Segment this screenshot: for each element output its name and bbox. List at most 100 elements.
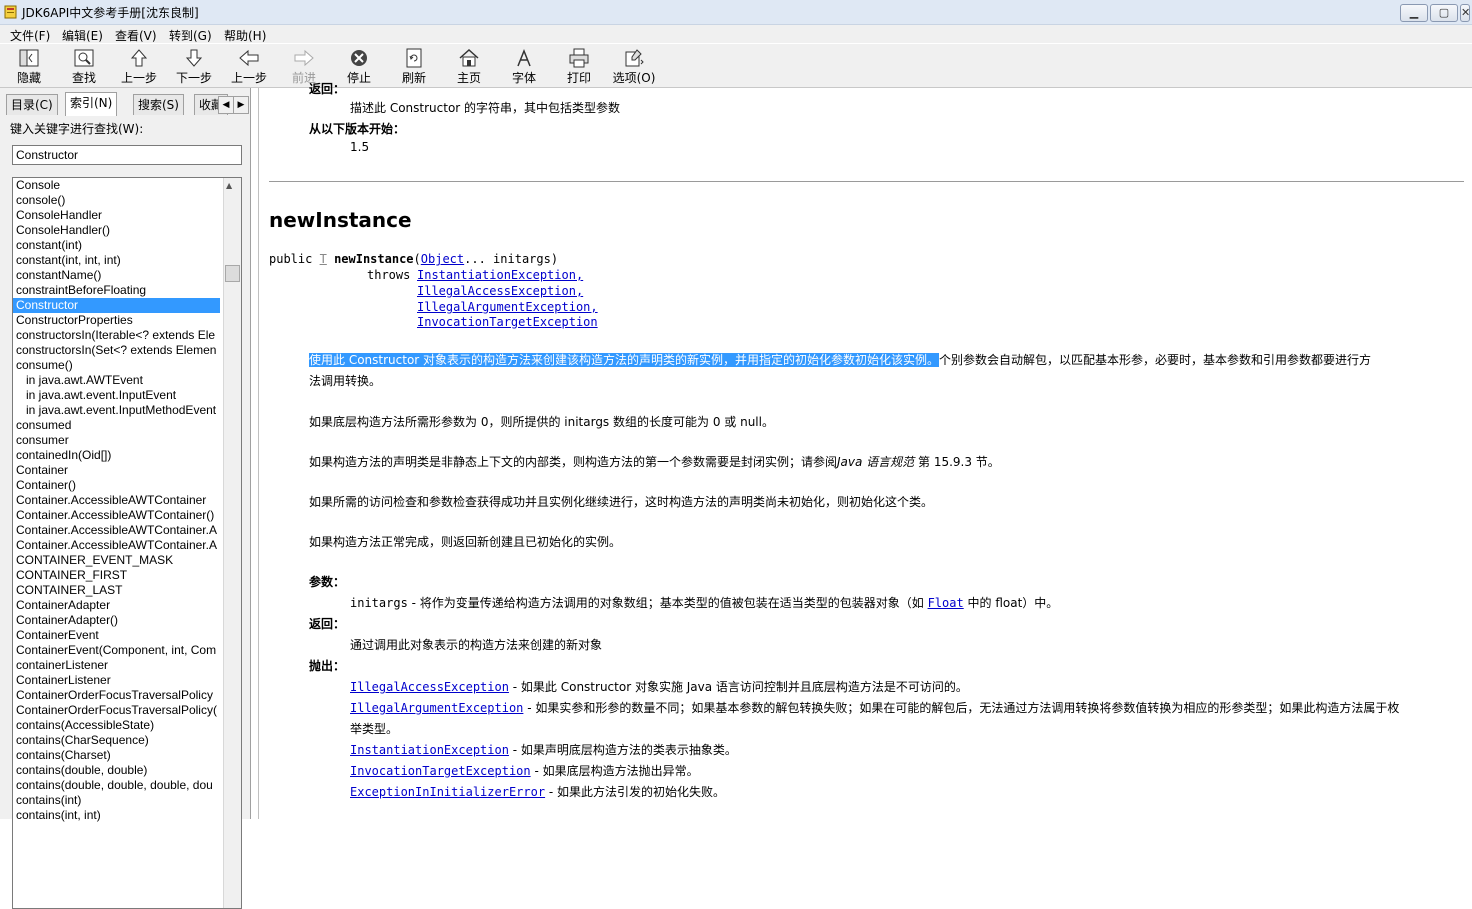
keyword-item[interactable]: Console (13, 178, 220, 193)
options-icon (625, 49, 644, 67)
throws-desc: - 如果实参和形参的数量不同；如果基本参数的解包转换失败；如果在可能的解包后，无… (523, 701, 1400, 715)
tab-scroll-left-icon[interactable]: ◀ (218, 96, 234, 114)
returns-desc-top: 描述此 Constructor 的字符串，其中包括类型参数 (350, 101, 621, 115)
sig-exception-link[interactable]: InstantiationException, (417, 268, 583, 282)
keyword-item[interactable]: containedIn(Oid[]) (13, 448, 220, 463)
hide-label: 隐藏 (16, 71, 41, 85)
menu-edit[interactable]: 编辑(E) (62, 27, 103, 44)
menu-view[interactable]: 查看(V) (115, 27, 157, 44)
throws-exception-link[interactable]: IllegalArgumentException (350, 701, 523, 715)
next-button[interactable]: 下一步 (168, 46, 220, 86)
menu-help[interactable]: 帮助(H) (224, 27, 266, 44)
keyword-item[interactable]: Constructor (13, 298, 220, 313)
throws-desc: - 如果此 Constructor 对象实施 Java 语言访问控制并且底层构造… (508, 680, 968, 694)
throws-exception-link[interactable]: InvocationTargetException (350, 764, 531, 778)
throws-exception-link[interactable]: InstantiationException (350, 743, 509, 757)
keyword-item[interactable]: consumed (13, 418, 220, 433)
tab-index[interactable]: 索引(N) (65, 92, 118, 116)
arrow-left-icon (239, 49, 259, 67)
keyword-item[interactable]: consume() (13, 358, 220, 373)
close-button[interactable]: ✕ (1460, 4, 1470, 22)
throws-exception-link[interactable]: IllegalAccessException (350, 680, 509, 694)
menu-goto[interactable]: 转到(G) (169, 27, 212, 44)
keyword-item[interactable]: ContainerListener (13, 673, 220, 688)
float-link[interactable]: Float (928, 596, 964, 610)
previous-button[interactable]: 上一步 (223, 46, 275, 86)
keyword-item[interactable]: CONTAINER_FIRST (13, 568, 220, 583)
keyword-item[interactable]: ConsoleHandler (13, 208, 220, 223)
keyword-item[interactable]: CONTAINER_EVENT_MASK (13, 553, 220, 568)
description-para-4: 如果所需的访问检查和参数检查获得成功并且实例化继续进行，这时构造方法的声明类尚未… (309, 495, 934, 509)
keyword-item[interactable]: Container.AccessibleAWTContainer() (13, 508, 220, 523)
refresh-button[interactable]: 刷新 (388, 46, 440, 86)
maximize-button[interactable]: ▢ (1430, 4, 1458, 22)
throws-entry: IllegalArgumentException - 如果实参和形参的数量不同；… (350, 699, 1399, 716)
keyword-item[interactable]: Container.AccessibleAWTContainer.A (13, 538, 220, 553)
sig-public: public (269, 252, 313, 266)
scrollbar-thumb[interactable] (225, 265, 240, 282)
sig-type-t[interactable]: T (320, 252, 327, 266)
keyword-item[interactable]: constant(int) (13, 238, 220, 253)
keyword-item[interactable]: ConsoleHandler() (13, 223, 220, 238)
options-button[interactable]: 选项(O) (608, 46, 660, 86)
keyword-item[interactable]: in java.awt.event.InputEvent (13, 388, 230, 403)
keyword-list[interactable]: Console console() ConsoleHandler ConsoleHan… (12, 177, 242, 909)
keyword-item[interactable]: Container.AccessibleAWTContainer.A (13, 523, 220, 538)
title-bar[interactable]: JDK6API中文参考手册[沈东良制] ▁ ▢ ✕ (0, 0, 1472, 25)
param-desc-a: - 将作为变量传递给构造方法调用的对象数组；基本类型的值被包装在适当类型的包装器… (407, 596, 928, 610)
throws-exception-link[interactable]: ExceptionInInitializerError (350, 785, 545, 799)
sig-exception-link[interactable]: IllegalArgumentException, (417, 300, 598, 314)
since-label: 从以下版本开始： (309, 122, 406, 136)
keyword-item[interactable]: ContainerAdapter (13, 598, 220, 613)
keyword-item[interactable]: ContainerEvent(Component, int, Com (13, 643, 220, 658)
keyword-item[interactable]: contains(AccessibleState) (13, 718, 220, 733)
keyword-item[interactable]: Container() (13, 478, 220, 493)
keyword-item[interactable]: consumer (13, 433, 220, 448)
hide-button[interactable]: 隐藏 (3, 46, 55, 86)
keyword-item[interactable]: contains(double, double) (13, 763, 220, 778)
keyword-item[interactable]: ContainerOrderFocusTraversalPolicy( (13, 703, 220, 718)
keyword-item[interactable]: ConstructorProperties (13, 313, 220, 328)
sig-rest: ... initargs) (464, 252, 559, 266)
back-button[interactable]: 上一步 (113, 46, 165, 86)
tab-scroll-right-icon[interactable]: ▶ (233, 96, 249, 114)
keyword-item[interactable]: in java.awt.AWTEvent (13, 373, 230, 388)
keyword-item[interactable]: in java.awt.event.InputMethodEvent (13, 403, 230, 418)
menu-file[interactable]: 文件(F) (10, 27, 50, 44)
home-button[interactable]: 主页 (443, 46, 495, 86)
keyword-item[interactable]: contains(CharSequence) (13, 733, 220, 748)
keyword-item[interactable]: Container.AccessibleAWTContainer (13, 493, 220, 508)
throws-desc: - 如果此方法引发的初始化失败。 (545, 785, 726, 799)
keyword-item[interactable]: CONTAINER_LAST (13, 583, 220, 598)
find-button[interactable]: 查找 (58, 46, 110, 86)
keyword-item[interactable]: containerListener (13, 658, 220, 673)
arrow-down-icon (185, 49, 203, 67)
tab-contents[interactable]: 目录(C) (6, 94, 58, 115)
selected-text[interactable]: 使用此 Constructor 对象表示的构造方法来创建该构造方法的声明类的新实… (309, 353, 940, 367)
print-button[interactable]: 打印 (553, 46, 605, 86)
sig-exception-link[interactable]: InvocationTargetException (417, 315, 598, 329)
keyword-item[interactable]: ContainerEvent (13, 628, 220, 643)
keyword-item[interactable]: constant(int, int, int) (13, 253, 220, 268)
keyword-item[interactable]: console() (13, 193, 220, 208)
keyword-item[interactable]: constructorsIn(Iterable<? extends Ele (13, 328, 220, 343)
keyword-item[interactable]: contains(int, int) (13, 808, 220, 823)
keyword-list-scrollbar[interactable]: ▲ (223, 178, 241, 908)
scroll-up-arrow-icon[interactable]: ▲ (226, 181, 232, 190)
sig-exception-link[interactable]: IllegalAccessException, (417, 284, 583, 298)
find-icon (74, 49, 94, 67)
keyword-item[interactable]: contains(int) (13, 793, 220, 808)
keyword-item[interactable]: contains(Charset) (13, 748, 220, 763)
keyword-item[interactable]: ContainerOrderFocusTraversalPolicy (13, 688, 220, 703)
keyword-item[interactable]: Container (13, 463, 220, 478)
font-button[interactable]: 字体 (498, 46, 550, 86)
keyword-item[interactable]: ContainerAdapter() (13, 613, 220, 628)
keyword-input[interactable] (12, 145, 242, 165)
keyword-item[interactable]: constructorsIn(Set<? extends Elemen (13, 343, 220, 358)
keyword-item[interactable]: contains(double, double, double, dou (13, 778, 220, 793)
sig-object-link[interactable]: Object (421, 252, 464, 266)
keyword-item[interactable]: constraintBeforeFloating (13, 283, 220, 298)
tab-search[interactable]: 搜索(S) (133, 94, 184, 115)
keyword-item[interactable]: constantName() (13, 268, 220, 283)
minimize-button[interactable]: ▁ (1400, 4, 1428, 22)
